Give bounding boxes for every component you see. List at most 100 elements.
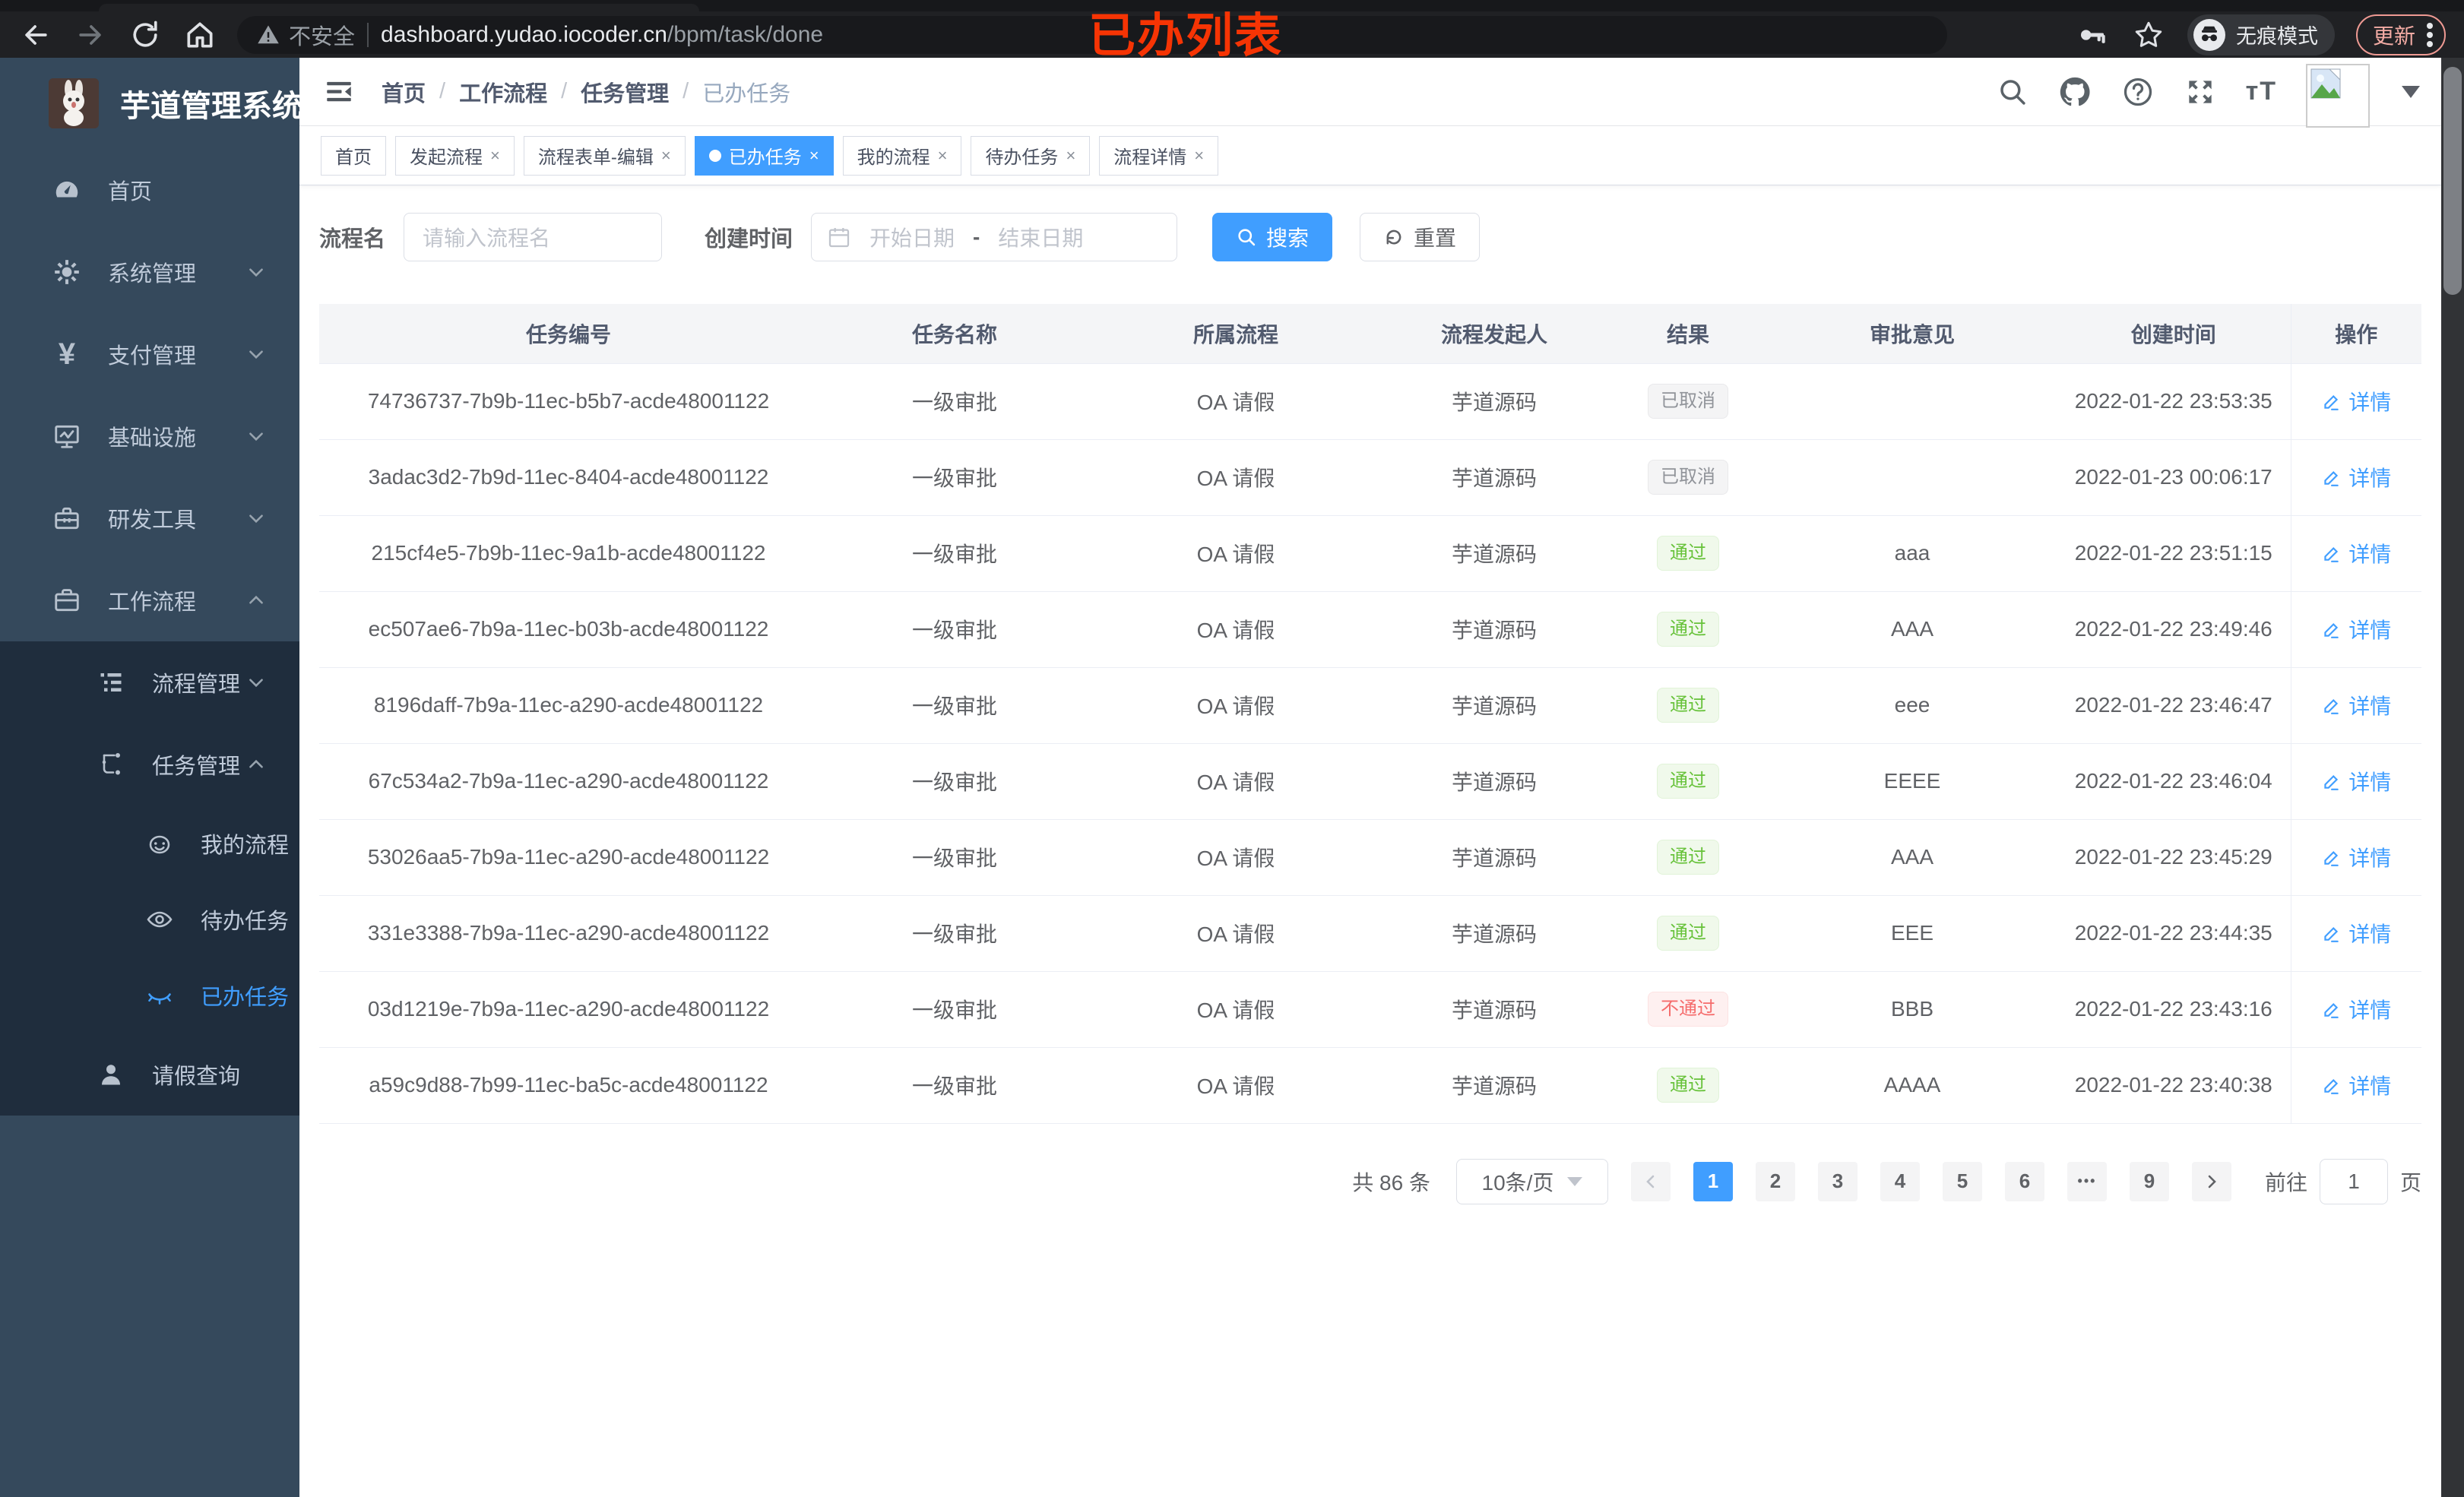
sidebar-item-todo-tasks[interactable]: 待办任务 [0,881,299,957]
table-row: 3adac3d2-7b9d-11ec-8404-acde48001122 一级审批… [319,439,2421,516]
detail-link[interactable]: 详情 [2321,690,2391,720]
close-icon[interactable]: × [809,146,819,166]
reload-icon[interactable] [128,17,163,52]
next-page-button[interactable] [2191,1161,2231,1201]
fullscreen-icon[interactable] [2184,75,2217,109]
task-id: 215cf4e5-7b9b-11ec-9a1b-acde48001122 [319,515,818,592]
process-name: OA 请假 [1091,971,1380,1048]
breadcrumb-home[interactable]: 首页 [382,76,426,108]
avatar[interactable] [2306,63,2370,128]
tab-todo-tasks[interactable]: 待办任务 × [971,135,1091,176]
detail-link[interactable]: 详情 [2321,918,2391,948]
breadcrumb-workflow[interactable]: 工作流程 [459,76,547,108]
sidebar-item-devtools[interactable]: 研发工具 [0,477,299,559]
detail-label: 详情 [2348,391,2392,414]
sidebar-item-my-process[interactable]: 我的流程 [0,805,299,881]
detail-link[interactable]: 详情 [2321,1070,2391,1100]
process-starter: 芋道源码 [1380,819,1608,896]
font-size-icon[interactable]: ᴛT [2246,77,2277,106]
browser-tab[interactable] [99,4,699,11]
page-button-6[interactable]: 6 [2004,1161,2044,1201]
browser-scrollbar[interactable] [2441,58,2464,1497]
close-icon[interactable]: × [1194,146,1204,166]
security-warning[interactable]: 不安全 [257,19,355,51]
date-range-picker[interactable]: 开始日期 - 结束日期 [811,213,1178,261]
status-badge: 已取消 [1648,384,1728,419]
sidebar-item-payment[interactable]: ¥ 支付管理 [0,313,299,395]
tab-process-form-edit[interactable]: 流程表单-编辑 × [523,135,686,176]
close-icon[interactable]: × [661,146,671,166]
sidebar-item-infrastructure[interactable]: 基础设施 [0,395,299,477]
key-icon[interactable] [2075,17,2110,52]
sidebar-logo[interactable]: 芋道管理系统 [0,58,302,149]
task-name: 一级审批 [818,591,1091,668]
forward-icon[interactable] [73,17,108,52]
page-button-3[interactable]: 3 [1817,1161,1858,1201]
sidebar-item-done-tasks[interactable]: 已办任务 [0,957,299,1033]
close-icon[interactable]: × [938,146,948,166]
detail-link[interactable]: 详情 [2321,462,2391,492]
detail-link[interactable]: 详情 [2321,766,2391,796]
process-name-label: 流程名 [319,227,386,252]
detail-link[interactable]: 详情 [2321,538,2391,568]
update-button[interactable]: 更新 [2355,14,2446,55]
close-icon[interactable]: × [490,146,500,166]
detail-link[interactable]: 详情 [2321,614,2391,644]
done-task-table: 任务编号 任务名称 所属流程 流程发起人 结果 审批意见 创建时间 操作 747… [319,304,2421,1124]
sidebar-item-system[interactable]: 系统管理 [0,231,299,313]
avatar-caret-icon[interactable] [2402,85,2420,98]
tab-start-process[interactable]: 发起流程 × [395,135,515,176]
sidebar-item-process-management[interactable]: 流程管理 [0,641,299,723]
process-starter: 芋道源码 [1380,1047,1608,1124]
page-button-5[interactable]: 5 [1942,1161,1982,1201]
sidebar-item-workflow[interactable]: 工作流程 [0,559,299,641]
reset-button[interactable]: 重置 [1360,213,1481,261]
edit-icon [2324,622,2339,638]
tab-home[interactable]: 首页 [321,135,386,176]
goto-page-input[interactable]: 1 [2319,1158,2388,1204]
sidebar-item-task-management[interactable]: 任务管理 [0,723,299,805]
page-button-1[interactable]: 1 [1693,1161,1733,1201]
breadcrumb-task-management[interactable]: 任务管理 [581,76,669,108]
help-icon[interactable] [2121,75,2155,109]
page-button-2[interactable]: 2 [1755,1161,1795,1201]
refresh-icon [1386,229,1401,245]
sidebar-item-home[interactable]: 首页 [0,149,299,231]
close-icon[interactable]: × [1066,146,1075,166]
page-button-9[interactable]: 9 [2129,1161,2169,1201]
end-date-placeholder: 结束日期 [998,226,1084,250]
detail-label: 详情 [2348,923,2392,946]
home-icon[interactable] [182,17,217,52]
process-name-input[interactable]: 请输入流程名 [404,213,663,261]
tab-my-process[interactable]: 我的流程 × [842,135,962,176]
process-starter: 芋道源码 [1380,971,1608,1048]
detail-link[interactable]: 详情 [2321,842,2391,872]
bookmark-star-icon[interactable] [2131,17,2166,52]
tab-process-detail[interactable]: 流程详情 × [1099,135,1219,176]
detail-link[interactable]: 详情 [2321,386,2391,416]
search-icon[interactable] [1997,76,2029,108]
github-icon[interactable] [2057,74,2092,109]
search-icon [1238,229,1256,246]
sidebar-fold-icon[interactable] [321,74,357,110]
task-name: 一级审批 [818,363,1091,440]
edit-icon [2324,546,2339,562]
search-button[interactable]: 搜索 [1212,213,1333,261]
task-name: 一级审批 [818,743,1091,820]
scrollbar-thumb[interactable] [2443,67,2462,295]
task-id: 53026aa5-7b9a-11ec-a290-acde48001122 [319,819,818,896]
process-name: OA 请假 [1091,363,1380,440]
page-ellipsis[interactable]: ••• [2067,1161,2107,1201]
detail-link[interactable]: 详情 [2321,994,2391,1024]
approve-opinion: EEE [1768,895,2057,972]
back-icon[interactable] [18,17,53,52]
menu-dots-icon[interactable] [2426,21,2434,49]
status-badge: 通过 [1657,536,1719,571]
page-size-select[interactable]: 10条/页 [1455,1158,1608,1204]
prev-page-button[interactable] [1630,1161,1671,1201]
sidebar-item-leave-query[interactable]: 请假查询 [0,1033,299,1116]
sidebar-item-label: 请假查询 [152,1065,241,1089]
page-button-4[interactable]: 4 [1880,1161,1920,1201]
approve-opinion: AAAA [1768,1047,2057,1124]
tab-done-tasks[interactable]: 已办任务 × [694,135,834,176]
